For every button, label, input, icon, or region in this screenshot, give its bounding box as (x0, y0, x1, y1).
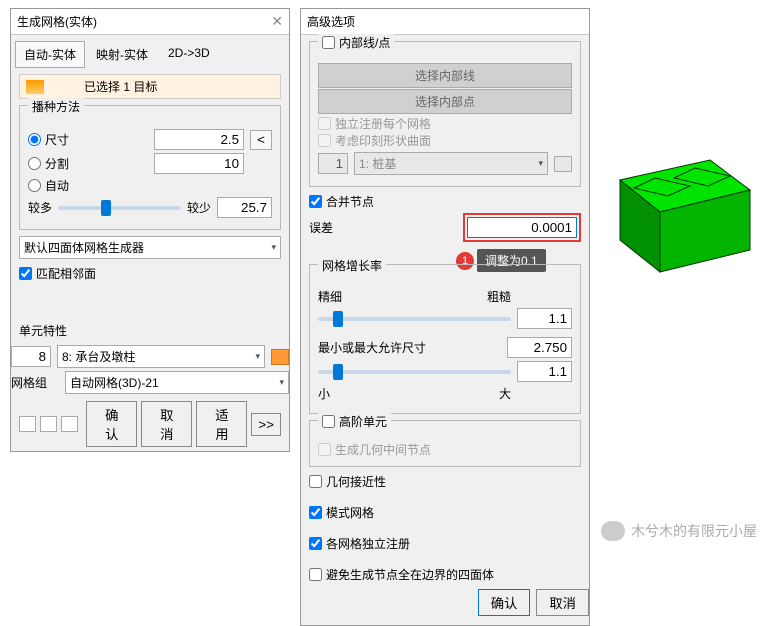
tab-map-solid[interactable]: 映射-实体 (87, 41, 157, 68)
set-num-input (318, 153, 348, 174)
advanced-dialog: 高级选项 内部线/点 选择内部线 选择内部点 独立注册每个网格 考虑印刻形状曲面… (300, 8, 590, 626)
chevron-down-icon: ▾ (255, 351, 260, 362)
growth-slider[interactable] (318, 317, 511, 321)
large-label: 大 (499, 385, 511, 402)
growth-input[interactable] (517, 308, 572, 329)
expand-button[interactable]: >> (251, 413, 281, 436)
book-icon (554, 156, 572, 172)
imprint-checkbox[interactable]: 考虑印刻形状曲面 (318, 132, 572, 149)
pattern-mesh-checkbox[interactable]: 模式网格 (309, 504, 581, 521)
cancel-button[interactable]: 取消 (141, 401, 192, 447)
ok-button[interactable]: 确认 (86, 401, 137, 447)
division-input[interactable] (154, 153, 244, 174)
generator-select[interactable]: 默认四面体网格生成器▾ (19, 236, 281, 259)
highorder-fieldset: 高阶单元 生成几何中间节点 (309, 420, 581, 467)
chevron-down-icon: ▾ (271, 242, 276, 253)
cancel-button[interactable]: 取消 (536, 589, 589, 616)
size-ratio-input[interactable] (517, 361, 572, 382)
group-select[interactable]: 自动网格(3D)-21▾ (65, 371, 289, 394)
match-checkbox[interactable]: 匹配相邻面 (19, 265, 281, 282)
chevron-down-icon: ▾ (538, 158, 543, 169)
group-label: 网格组 (11, 374, 59, 391)
watermark: 木兮木的有限元小屋 (601, 521, 757, 541)
select-inner-point-button[interactable]: 选择内部点 (318, 89, 572, 114)
more-label: 较多 (28, 199, 52, 216)
dialog-title: 高级选项 (307, 13, 355, 30)
avoid-boundary-checkbox[interactable]: 避免生成节点全在边界的四面体 (309, 566, 581, 583)
tab-auto-solid[interactable]: 自动-实体 (15, 41, 85, 68)
radio-division[interactable]: 分割 (28, 155, 69, 172)
less-than-button[interactable]: < (250, 130, 272, 150)
arrow-right-icon (26, 80, 44, 94)
mesh-dialog: 生成网格(实体) ✕ 自动-实体 映射-实体 2D->3D 已选择 1 目标 播… (10, 8, 290, 452)
preview-icon[interactable] (19, 416, 36, 432)
error-highlight (463, 213, 581, 242)
unit-select[interactable]: 8: 承台及墩柱▾ (57, 345, 265, 368)
eraser-icon[interactable] (40, 416, 57, 432)
radio-auto[interactable]: 自动 (28, 177, 69, 194)
wechat-icon (601, 521, 625, 541)
less-label: 较少 (187, 199, 211, 216)
mesh-indep-checkbox[interactable]: 各网格独立注册 (309, 535, 581, 552)
apply-button[interactable]: 适用 (196, 401, 247, 447)
size-slider[interactable] (318, 370, 511, 374)
unit-id-input[interactable] (11, 346, 51, 367)
small-label: 小 (318, 385, 330, 402)
selection-bar[interactable]: 已选择 1 目标 (19, 74, 281, 99)
selection-text: 已选择 1 目标 (84, 78, 157, 95)
help-icon[interactable] (61, 416, 78, 432)
midnode-checkbox[interactable]: 生成几何中间节点 (318, 441, 572, 458)
unit-row: 单元特性 (19, 322, 281, 339)
inner-fieldset: 内部线/点 选择内部线 选择内部点 独立注册每个网格 考虑印刻形状曲面 1: 桩… (309, 41, 581, 187)
growth-legend: 网格增长率 (318, 257, 386, 274)
close-icon[interactable]: ✕ (271, 13, 283, 30)
minmax-label: 最小或最大允许尺寸 (318, 339, 426, 356)
chevron-down-icon: ▾ (279, 377, 284, 388)
auto-slider[interactable] (58, 206, 181, 210)
titlebar: 生成网格(实体) ✕ (11, 9, 289, 35)
fine-label: 精细 (318, 288, 342, 305)
geom-prox-checkbox[interactable]: 几何接近性 (309, 473, 581, 490)
book-icon[interactable] (271, 349, 289, 365)
unit-label: 单元特性 (19, 324, 67, 338)
highorder-checkbox[interactable]: 高阶单元 (322, 413, 387, 430)
tab-2d-3d[interactable]: 2D->3D (159, 41, 219, 68)
error-label: 误差 (309, 219, 349, 236)
auto-input[interactable] (217, 197, 272, 218)
titlebar: 高级选项 (301, 9, 589, 35)
radio-size[interactable]: 尺寸 (28, 131, 69, 148)
ok-button[interactable]: 确认 (478, 589, 531, 616)
growth-fieldset: 网格增长率 精细 粗糙 最小或最大允许尺寸 小 大 (309, 264, 581, 414)
error-input[interactable] (467, 217, 577, 238)
size-input[interactable] (154, 129, 244, 150)
solid-box-icon (600, 120, 760, 300)
set-select: 1: 桩基▾ (354, 152, 548, 175)
inner-checkbox[interactable]: 内部线/点 (322, 34, 390, 51)
select-inner-line-button[interactable]: 选择内部线 (318, 63, 572, 88)
seed-fieldset: 播种方法 尺寸 < 分割 自动 较多 较少 (19, 105, 281, 230)
model-viewport (600, 120, 760, 300)
tabs: 自动-实体 映射-实体 2D->3D (11, 35, 289, 68)
merge-checkbox[interactable]: 合并节点 (309, 193, 581, 210)
watermark-text: 木兮木的有限元小屋 (631, 521, 757, 541)
indep-reg-checkbox[interactable]: 独立注册每个网格 (318, 115, 572, 132)
dialog-title: 生成网格(实体) (17, 13, 97, 30)
coarse-label: 粗糙 (487, 288, 511, 305)
minmax-input[interactable] (507, 337, 572, 358)
seed-legend: 播种方法 (28, 98, 84, 115)
